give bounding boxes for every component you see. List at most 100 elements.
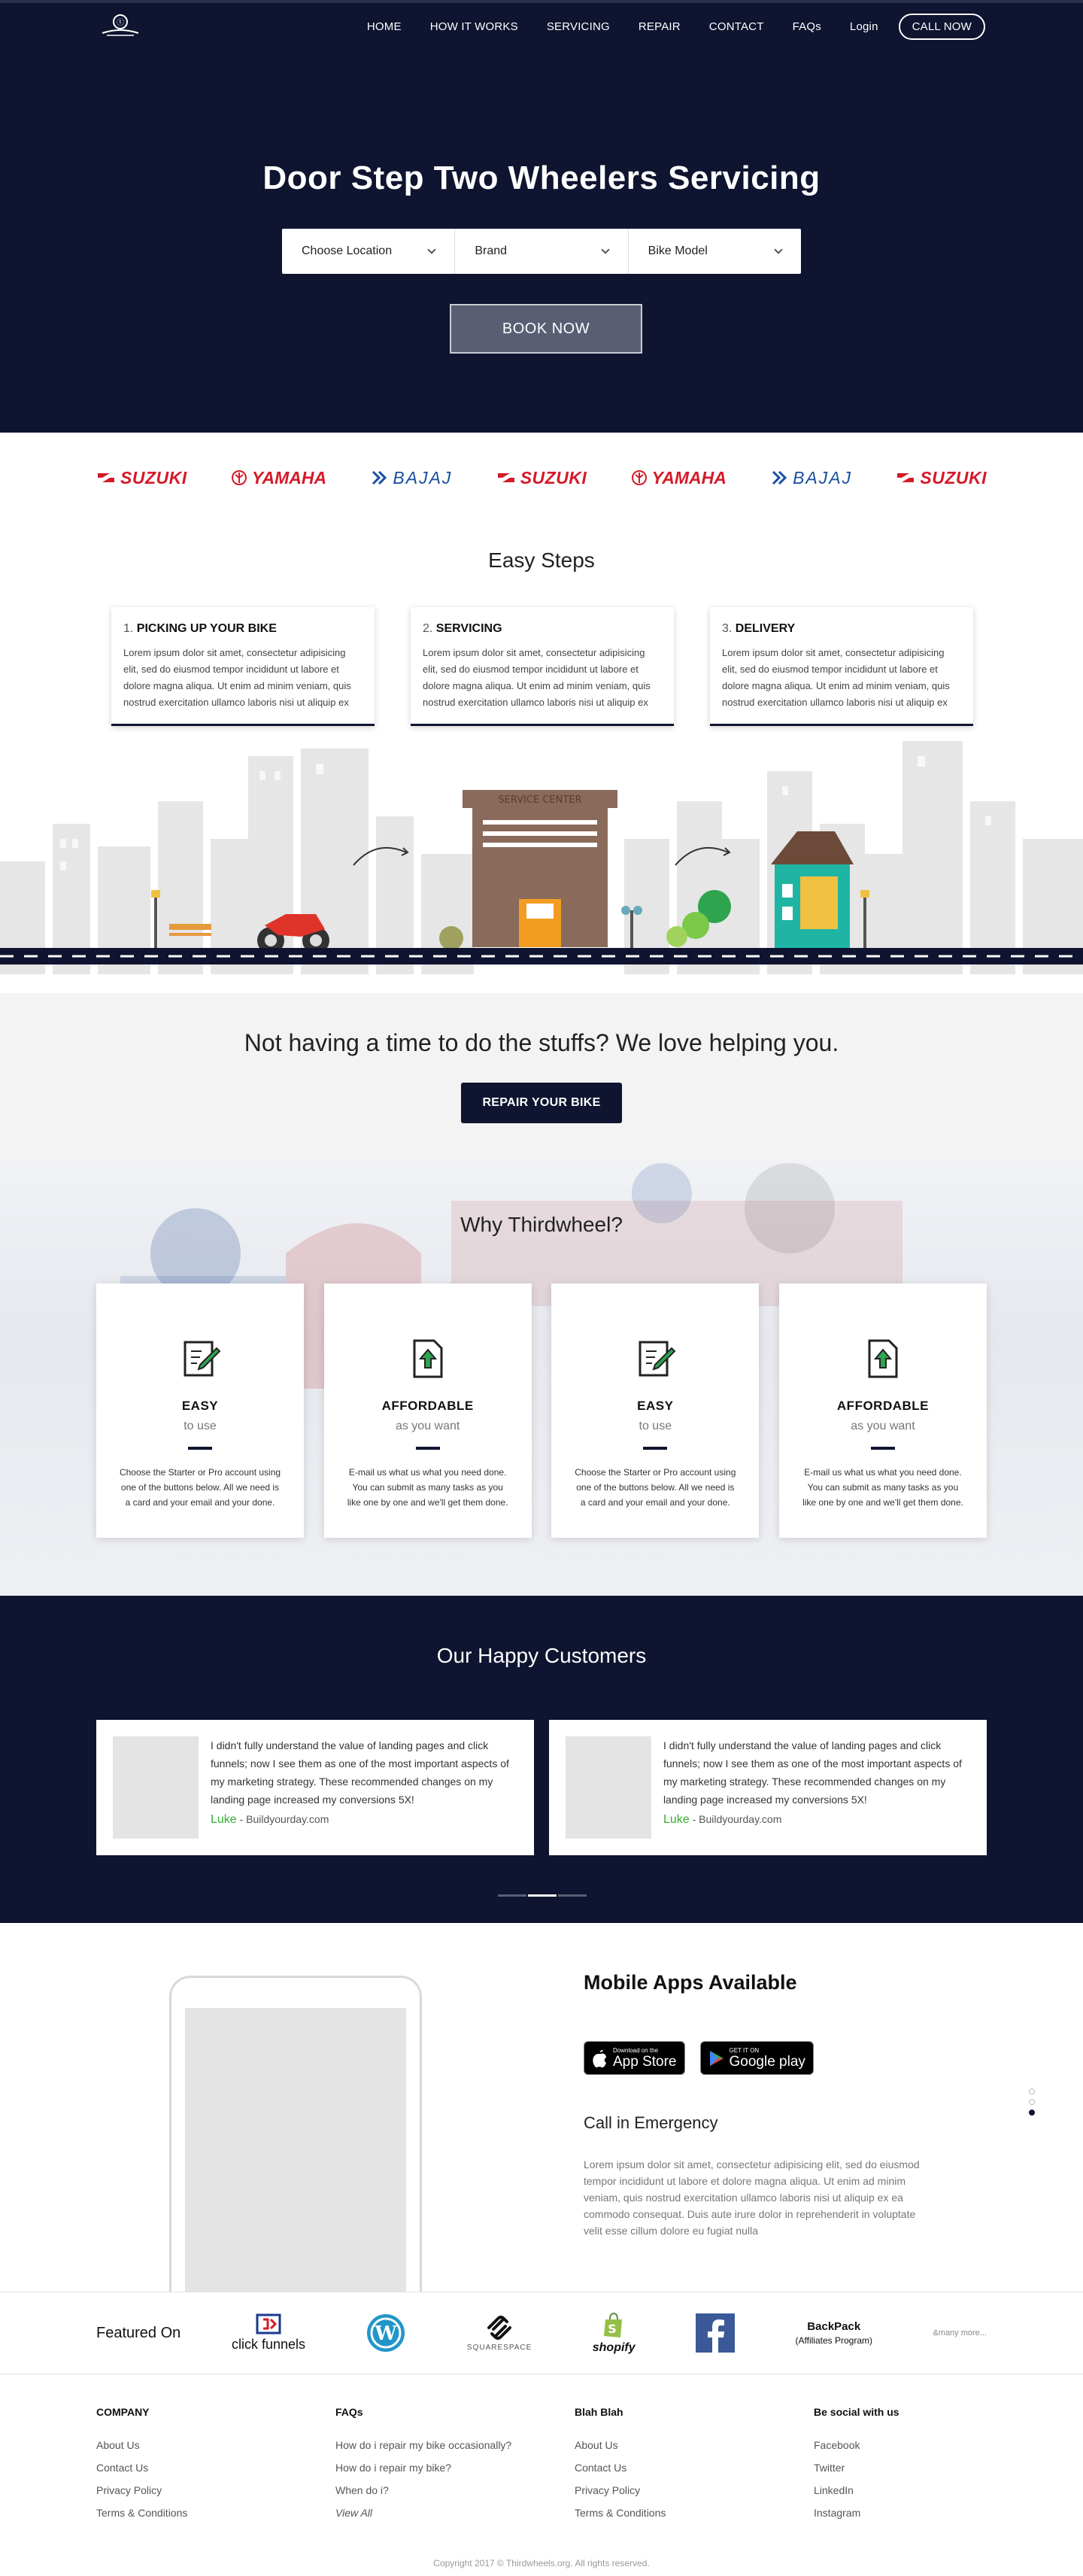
- testimonial-author: Luke - Buildyourday.com: [663, 1813, 782, 1826]
- clickfunnels-logo[interactable]: click funnels: [232, 2313, 305, 2353]
- squarespace-logo[interactable]: SQUARESPACE: [467, 2314, 532, 2352]
- suzuki-s-icon: [98, 473, 114, 482]
- brand-logo-bajaj: BAJAJ: [770, 468, 852, 488]
- location-select-label: Choose Location: [302, 245, 393, 257]
- testimonial-card: I didn't fully understand the value of l…: [549, 1720, 987, 1855]
- feature-title: AFFORDABLE: [381, 1399, 474, 1413]
- shopify-logo[interactable]: S shopify: [593, 2312, 636, 2355]
- side-dot[interactable]: [1029, 2099, 1035, 2105]
- book-now-button[interactable]: BOOK NOW: [450, 304, 642, 354]
- bajaj-icon: [372, 470, 387, 485]
- repair-your-bike-button[interactable]: REPAIR YOUR BIKE: [461, 1083, 622, 1123]
- footer-heading: FAQs: [335, 2406, 363, 2418]
- footer-link[interactable]: Contact Us: [575, 2462, 814, 2474]
- feature-subtitle: as you want: [395, 1420, 460, 1432]
- footer-col-company: COMPANY About Us Contact Us Privacy Poli…: [96, 2406, 335, 2529]
- testimonial-author: Luke - Buildyourday.com: [211, 1813, 329, 1826]
- carousel-dot[interactable]: [558, 1894, 587, 1897]
- testimonial-quote: I didn't fully understand the value of l…: [211, 1739, 509, 1806]
- wordpress-logo[interactable]: W: [366, 2313, 406, 2353]
- nav-login[interactable]: Login: [836, 16, 893, 38]
- feature-text: E-mail us what us what you need done. Yo…: [802, 1467, 963, 1508]
- footer-link-facebook[interactable]: Facebook: [814, 2439, 987, 2451]
- carousel-dots: [498, 1894, 587, 1897]
- emergency-title: Call in Emergency: [584, 2113, 718, 2132]
- footer-link[interactable]: Privacy Policy: [96, 2484, 335, 2496]
- featured-logos: click funnels W SQUARESPACE S shopify Ba…: [232, 2312, 987, 2355]
- backpack-logo[interactable]: BackPack (Affiliates Program): [796, 2320, 872, 2346]
- footer-link[interactable]: How do i repair my bike?: [335, 2462, 575, 2474]
- brand-select[interactable]: Brand: [455, 229, 629, 274]
- feature-subtitle: as you want: [851, 1420, 915, 1432]
- app-store-badge[interactable]: Download on the App Store: [584, 2041, 685, 2075]
- mobile-apps-section: Mobile Apps Available Download on the App…: [0, 1923, 1083, 2292]
- location-select[interactable]: Choose Location: [282, 229, 456, 274]
- google-play-small: GET IT ON: [729, 2046, 760, 2054]
- side-dot[interactable]: [1029, 2088, 1035, 2095]
- footer-link[interactable]: When do i?: [335, 2484, 575, 2496]
- footer-link-view-all[interactable]: View All: [335, 2507, 575, 2519]
- nav-home[interactable]: HOME: [353, 16, 416, 38]
- phone-screen: [185, 2008, 406, 2292]
- footer-link[interactable]: Contact Us: [96, 2462, 335, 2474]
- testimonial-list: I didn't fully understand the value of l…: [96, 1720, 987, 1855]
- divider: [643, 1447, 668, 1450]
- logo-icon[interactable]: ⓣ: [98, 12, 143, 38]
- footer-heading: Blah Blah: [575, 2406, 623, 2418]
- customers-title: Our Happy Customers: [436, 1644, 647, 1667]
- svg-text:ⓣ: ⓣ: [117, 18, 124, 27]
- nav-how-it-works[interactable]: HOW IT WORKS: [416, 16, 532, 38]
- step-title: 1. PICKING UP YOUR BIKE: [123, 622, 277, 635]
- avatar: [113, 1736, 199, 1839]
- side-nav-dots: [1029, 2088, 1035, 2116]
- footer-link[interactable]: Terms & Conditions: [575, 2507, 814, 2519]
- facebook-logo[interactable]: [696, 2313, 736, 2353]
- brand-logo-suzuki: SUZUKI: [96, 468, 187, 488]
- store-badges: Download on the App Store GET IT ON Google…: [584, 2041, 814, 2075]
- avatar: [566, 1736, 651, 1839]
- easy-steps-title: Easy Steps: [488, 548, 595, 572]
- feature-card: EASY to use Choose the Starter or Pro ac…: [551, 1283, 760, 1538]
- footer-link[interactable]: How do i repair my bike occasionally?: [335, 2439, 575, 2451]
- footer-columns: COMPANY About Us Contact Us Privacy Poli…: [96, 2406, 987, 2529]
- footer-link-twitter[interactable]: Twitter: [814, 2462, 987, 2474]
- footer-link-instagram[interactable]: Instagram: [814, 2507, 987, 2519]
- easy-steps-section: Easy Steps 1. PICKING UP YOUR BIKE Lorem…: [0, 523, 1083, 993]
- nav-repair[interactable]: REPAIR: [624, 16, 695, 38]
- steps-list: 1. PICKING UP YOUR BIKE Lorem ipsum dolo…: [111, 607, 973, 726]
- footer-col-social: Be social with us Facebook Twitter Linke…: [814, 2406, 987, 2529]
- divider: [870, 1447, 895, 1450]
- footer-link[interactable]: Terms & Conditions: [96, 2507, 335, 2519]
- bike-model-select-label: Bike Model: [648, 245, 708, 257]
- footer-link[interactable]: About Us: [96, 2439, 335, 2451]
- clickfunnels-icon: [256, 2313, 281, 2334]
- svg-text:S: S: [608, 2322, 617, 2336]
- google-play-badge[interactable]: GET IT ON Google play: [699, 2041, 814, 2075]
- suzuki-s-icon: [497, 473, 514, 482]
- nav-faqs[interactable]: FAQs: [778, 16, 836, 38]
- footer-col-blah: Blah Blah About Us Contact Us Privacy Po…: [575, 2406, 814, 2529]
- copyright: Copyright 2017 © Thirdwheels.org. All ri…: [433, 2558, 650, 2568]
- step-card: 3. DELIVERY Lorem ipsum dolor sit amet, …: [710, 607, 973, 726]
- nav-servicing[interactable]: SERVICING: [532, 16, 624, 38]
- footer-heading: Be social with us: [814, 2406, 899, 2418]
- step-card: 2. SERVICING Lorem ipsum dolor sit amet,…: [411, 607, 674, 726]
- carousel-dot-active[interactable]: [528, 1894, 557, 1897]
- google-play-big: Google play: [729, 2053, 805, 2070]
- step-card: 1. PICKING UP YOUR BIKE Lorem ipsum dolo…: [111, 607, 375, 726]
- mobile-text: Lorem ipsum dolor sit amet, consectetur …: [584, 2158, 920, 2237]
- nav-contact[interactable]: CONTACT: [695, 16, 778, 38]
- footer-link-linkedin[interactable]: LinkedIn: [814, 2484, 987, 2496]
- top-nav: ⓣ HOME HOW IT WORKS SERVICING REPAIR CON…: [0, 3, 1083, 45]
- call-now-button[interactable]: CALL NOW: [898, 14, 985, 40]
- footer-link[interactable]: About Us: [575, 2439, 814, 2451]
- featured-on-strip: Featured On click funnels W SQUARESPACE …: [0, 2292, 1083, 2374]
- footer-link[interactable]: Privacy Policy: [575, 2484, 814, 2496]
- side-dot-active[interactable]: [1029, 2110, 1035, 2116]
- feature-subtitle: to use: [184, 1420, 217, 1432]
- footer-col-faqs: FAQs How do i repair my bike occasionall…: [335, 2406, 575, 2529]
- edit-document-icon: [639, 1341, 676, 1377]
- bike-model-select[interactable]: Bike Model: [629, 229, 801, 274]
- svg-text:W: W: [375, 2322, 398, 2345]
- carousel-dot[interactable]: [498, 1894, 526, 1897]
